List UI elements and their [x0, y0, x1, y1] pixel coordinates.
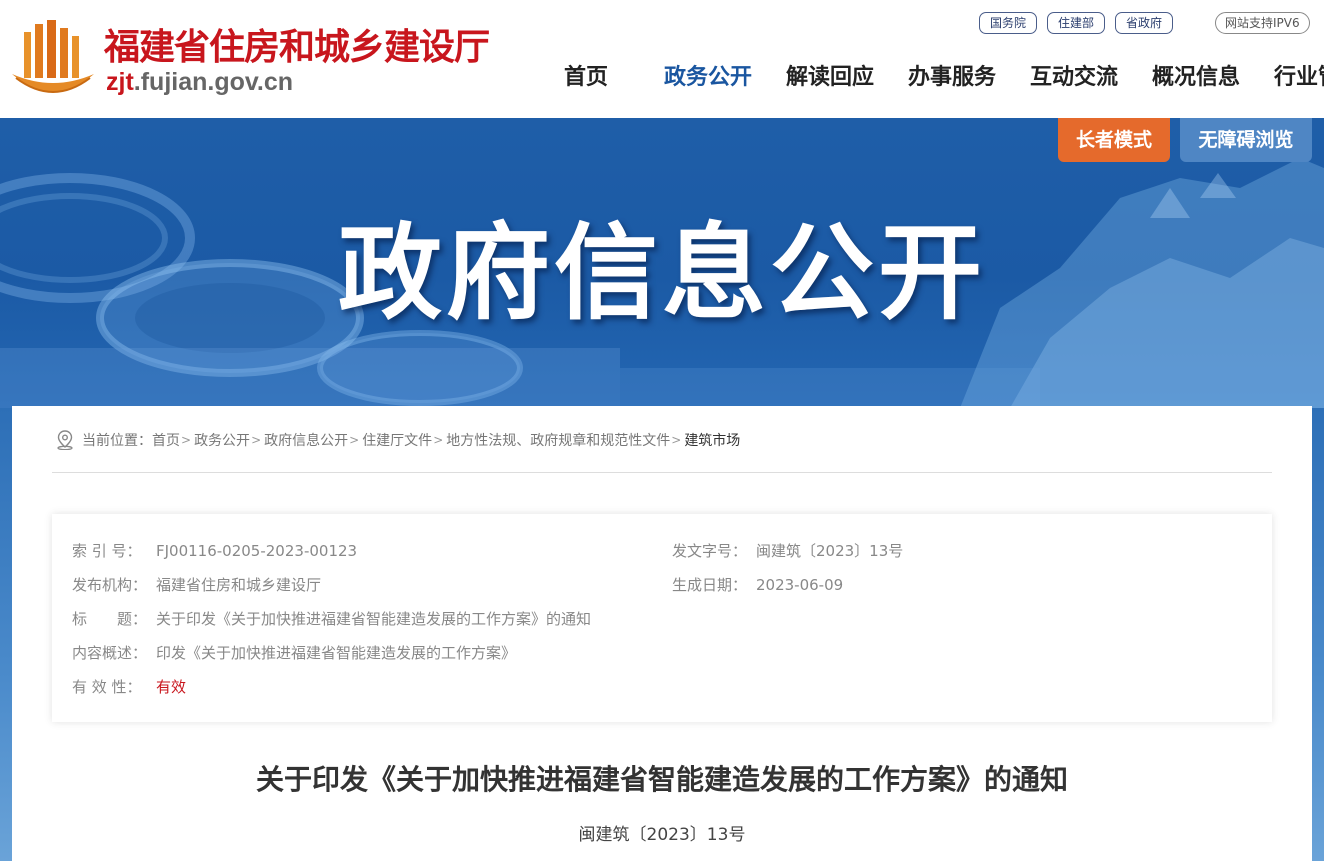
meta-date-value: 2023-06-09 [756, 576, 844, 594]
meta-title-row: 标 题： 关于印发《关于加快推进福建省智能建造发展的工作方案》的通知 [72, 608, 591, 629]
meta-title-value: 关于印发《关于加快推进福建省智能建造发展的工作方案》的通知 [156, 610, 592, 628]
nav-services[interactable]: 办事服务 [896, 62, 1008, 94]
breadcrumb-divider [52, 472, 1272, 473]
document-number: 闽建筑〔2023〕13号 [578, 825, 746, 845]
site-name: 福建省住房和城乡建设厅 [104, 26, 490, 68]
meta-validity-row: 有 效 性： 有效 [72, 676, 186, 697]
nav-interaction[interactable]: 互动交流 [1018, 62, 1130, 94]
meta-validity-value: 有效 [156, 678, 187, 696]
accessible-browse-button[interactable]: 无障碍浏览 [1180, 118, 1312, 162]
meta-summary-label: 内容概述： [72, 644, 148, 662]
breadcrumb-gov-affairs[interactable]: 政务公开 [194, 430, 250, 450]
ipv6-badge: 网站支持IPV6 [1215, 12, 1310, 34]
elder-mode-button[interactable]: 长者模式 [1058, 118, 1170, 162]
site-logo[interactable]: 福建省住房和城乡建设厅 zjt.fujian.gov.cn [10, 14, 510, 104]
breadcrumb-dept-files[interactable]: 住建厅文件 [362, 430, 432, 450]
meta-publisher-value: 福建省住房和城乡建设厅 [156, 576, 322, 594]
meta-date-row: 生成日期： 2023-06-09 [672, 574, 843, 595]
document-title: 关于印发《关于加快推进福建省智能建造发展的工作方案》的通知 [255, 763, 1068, 796]
meta-publisher-label: 发布机构： [72, 576, 148, 594]
meta-docno-value: 闽建筑〔2023〕13号 [756, 542, 904, 560]
breadcrumb-gov-info[interactable]: 政府信息公开 [264, 430, 348, 450]
site-header: 福建省住房和城乡建设厅 zjt.fujian.gov.cn 国务院 住建部 省政… [0, 0, 1324, 118]
breadcrumb-prefix: 当前位置： [82, 433, 152, 449]
top-links: 国务院 住建部 省政府 [979, 12, 1174, 36]
breadcrumb-separator: > [181, 433, 192, 447]
breadcrumb-separator: > [349, 433, 360, 447]
location-pin-icon [57, 430, 73, 450]
banner: 长者模式 无障碍浏览 政府信息公开 [0, 118, 1324, 408]
main-nav: 首页 政务公开 解读回应 办事服务 互动交流 概况信息 行业管理 [520, 62, 1324, 94]
link-provincial-gov[interactable]: 省政府 [1115, 12, 1174, 34]
meta-date-label: 生成日期： [672, 576, 748, 594]
nav-home[interactable]: 首页 [530, 62, 642, 94]
nav-overview[interactable]: 概况信息 [1140, 62, 1252, 94]
meta-title-label: 标 题： [72, 610, 148, 628]
nav-gov-affairs[interactable]: 政务公开 [652, 62, 764, 94]
meta-validity-label: 有 效 性： [72, 678, 142, 696]
breadcrumb-separator: > [251, 433, 262, 447]
document-metadata: 索 引 号： FJ00116-0205-2023-00123 发文字号： 闽建筑〔2… [52, 514, 1272, 722]
meta-index-value: FJ00116-0205-2023-00123 [156, 542, 358, 560]
nav-industry[interactable]: 行业管理 [1262, 62, 1324, 94]
link-state-council[interactable]: 国务院 [979, 12, 1038, 34]
meta-summary-value: 印发《关于加快推进福建省智能建造发展的工作方案》 [156, 644, 517, 662]
meta-publisher-row: 发布机构： 福建省住房和城乡建设厅 [72, 574, 321, 595]
link-mohurd[interactable]: 住建部 [1047, 12, 1106, 34]
meta-index-row: 索 引 号： FJ00116-0205-2023-00123 [72, 540, 357, 561]
meta-summary-row: 内容概述： 印发《关于加快推进福建省智能建造发展的工作方案》 [72, 642, 516, 663]
nav-interpretation[interactable]: 解读回应 [774, 62, 886, 94]
meta-docno-row: 发文字号： 闽建筑〔2023〕13号 [672, 540, 903, 561]
breadcrumb-home[interactable]: 首页 [152, 430, 180, 450]
site-domain: zjt.fujian.gov.cn [106, 68, 294, 96]
breadcrumb-regulations[interactable]: 地方性法规、政府规章和规范性文件 [446, 430, 670, 450]
logo-emblem-icon [12, 20, 94, 93]
breadcrumb-construction-market[interactable]: 建筑市场 [684, 430, 740, 450]
meta-index-label: 索 引 号： [72, 542, 142, 560]
meta-docno-label: 发文字号： [672, 542, 748, 560]
breadcrumb-separator: > [671, 433, 682, 447]
content-card: 当前位置： 首页 > 政务公开 > 政府信息公开 > 住建厅文件 > 地方性法规、政府规… [12, 406, 1312, 861]
breadcrumb: 当前位置： 首页 > 政务公开 > 政府信息公开 > 住建厅文件 > 地方性法规、政府规… [56, 430, 740, 450]
breadcrumb-separator: > [433, 433, 444, 447]
banner-title: 政府信息公开 [337, 212, 986, 334]
